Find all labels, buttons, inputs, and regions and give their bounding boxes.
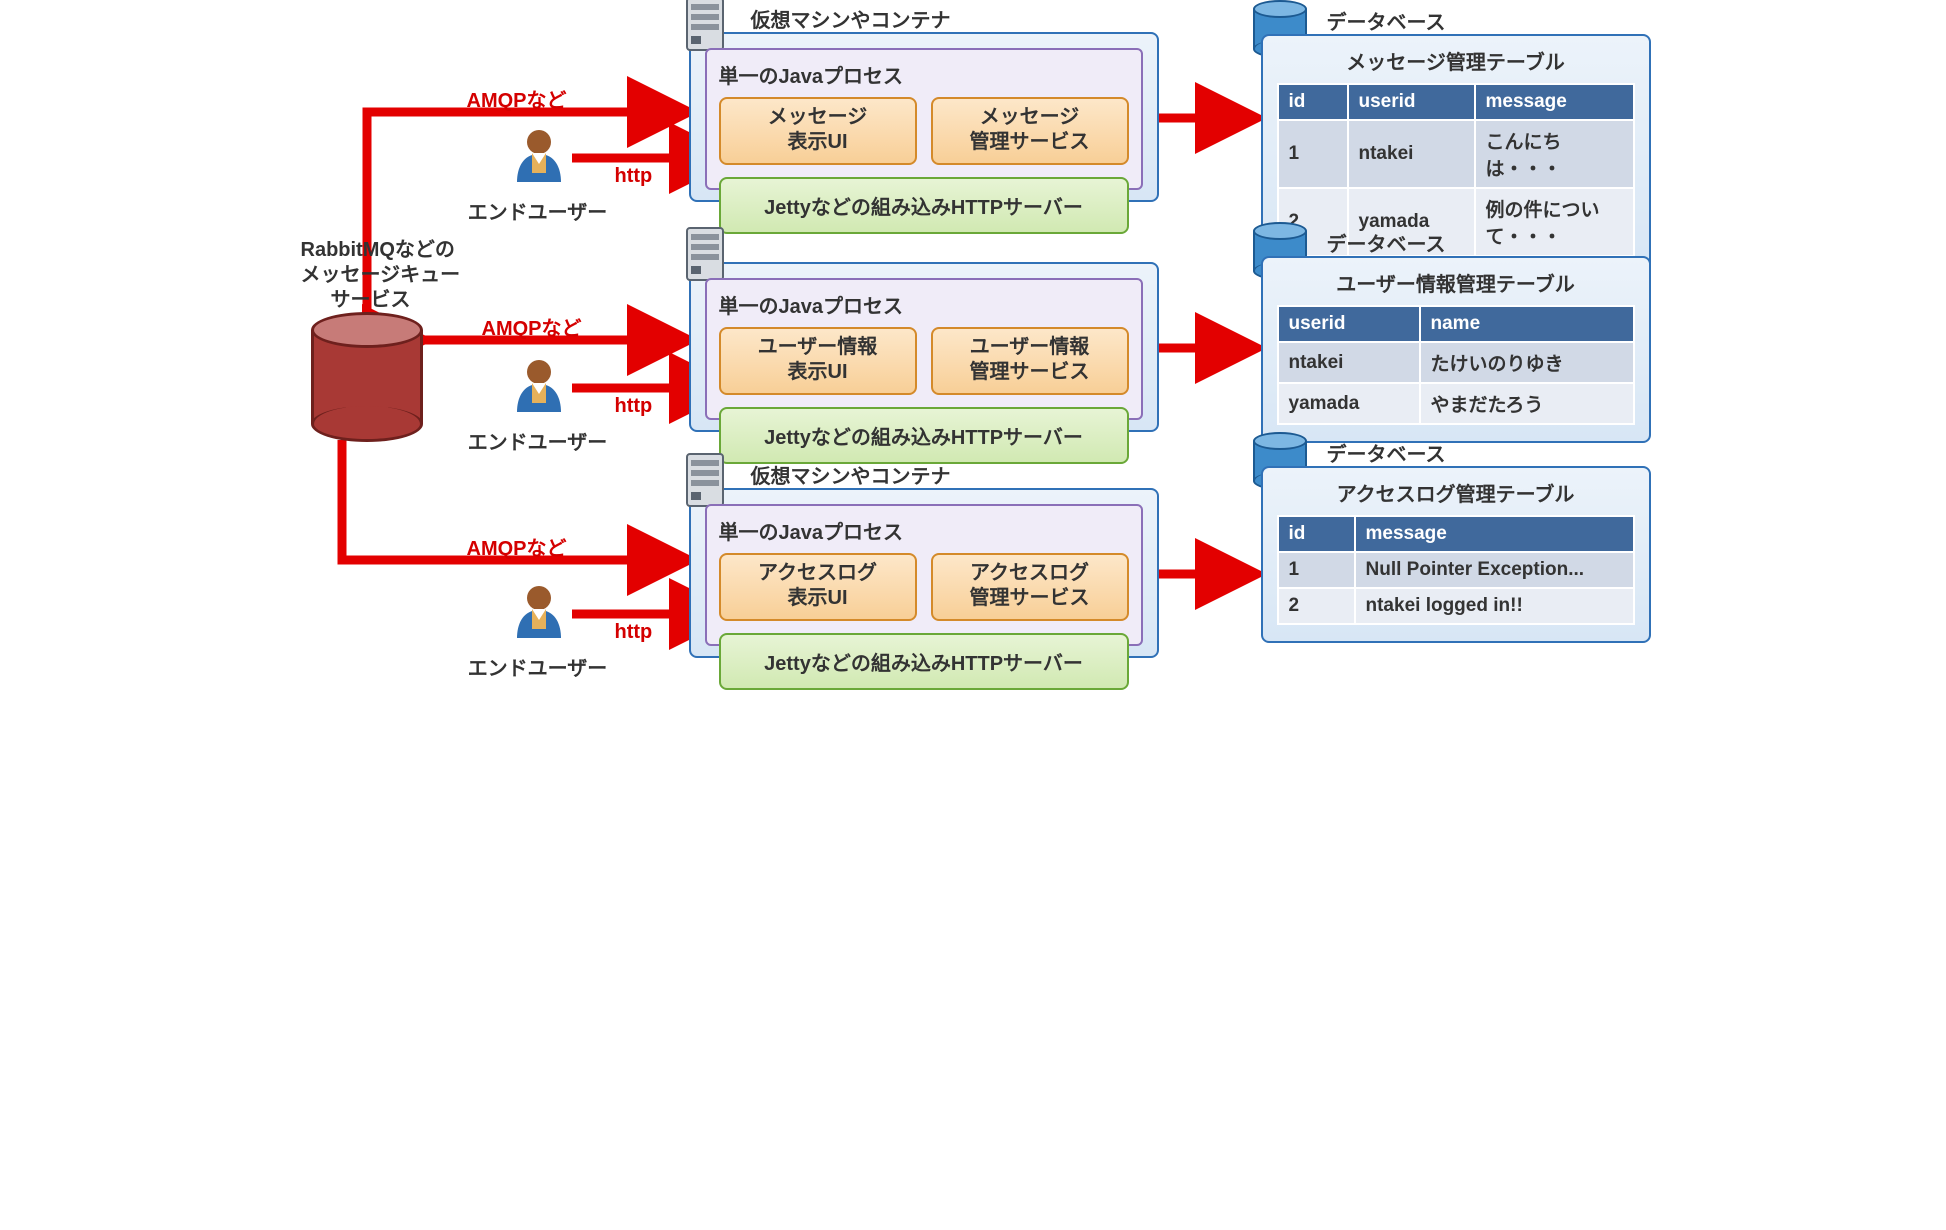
- table-header: name: [1420, 306, 1634, 342]
- database-label: データベース: [1327, 228, 1446, 257]
- db-table-title: アクセスログ管理テーブル: [1277, 478, 1635, 507]
- table-header: id: [1278, 516, 1355, 552]
- db-table-title: ユーザー情報管理テーブル: [1277, 268, 1635, 297]
- table-header: message: [1355, 516, 1634, 552]
- protocol-label-amqp: AMQPなど: [482, 312, 582, 341]
- protocol-label-http: http: [615, 165, 653, 188]
- java-process-box: 単一のJavaプロセス ユーザー情報表示UI ユーザー情報管理サービス Jett…: [705, 278, 1143, 420]
- table-header: id: [1278, 84, 1348, 120]
- table-row: 2ntakei logged in!!: [1278, 588, 1634, 624]
- end-user-icon: エンドユーザー: [504, 354, 574, 455]
- vm-container: 仮想マシンやコンテナ 単一のJavaプロセス アクセスログ表示UI アクセスログ…: [689, 488, 1159, 658]
- end-user-label: エンドユーザー: [468, 196, 608, 225]
- db-table-title: メッセージ管理テーブル: [1277, 46, 1635, 75]
- database-label: データベース: [1327, 6, 1446, 35]
- db-table: userid name ntakeiたけいのりゆき yamadaやまだたろう: [1277, 305, 1635, 425]
- message-queue-cylinder-icon: [311, 312, 423, 442]
- database-label: データベース: [1327, 438, 1446, 467]
- end-user-label: エンドユーザー: [468, 426, 608, 455]
- end-user-label: エンドユーザー: [468, 652, 608, 681]
- java-process-title: 単一のJavaプロセス: [719, 60, 1129, 89]
- http-server-box: Jettyなどの組み込みHTTPサーバー: [719, 407, 1129, 464]
- table-row: ntakeiたけいのりゆき: [1278, 342, 1634, 383]
- ui-component-box: アクセスログ表示UI: [719, 553, 917, 621]
- end-user-icon: エンドユーザー: [504, 124, 574, 225]
- vm-title: 仮想マシンやコンテナ: [751, 460, 951, 489]
- db-table-panel: データベース アクセスログ管理テーブル id message 1Null Poi…: [1261, 466, 1651, 643]
- java-process-box: 単一のJavaプロセス メッセージ表示UI メッセージ管理サービス Jettyな…: [705, 48, 1143, 190]
- http-server-box: Jettyなどの組み込みHTTPサーバー: [719, 177, 1129, 234]
- message-queue-label: RabbitMQなどの メッセージキュー サービス: [301, 238, 441, 313]
- java-process-box: 単一のJavaプロセス アクセスログ表示UI アクセスログ管理サービス Jett…: [705, 504, 1143, 646]
- vm-title: 仮想マシンやコンテナ: [751, 4, 951, 33]
- protocol-label-http: http: [615, 621, 653, 644]
- service-component-box: アクセスログ管理サービス: [931, 553, 1129, 621]
- table-header: message: [1475, 84, 1634, 120]
- db-table-panel: データベース ユーザー情報管理テーブル userid name ntakeiたけ…: [1261, 256, 1651, 443]
- end-user-icon: エンドユーザー: [504, 580, 574, 681]
- service-component-box: ユーザー情報管理サービス: [931, 327, 1129, 395]
- protocol-label-amqp: AMQPなど: [467, 84, 567, 113]
- table-row: 1Null Pointer Exception...: [1278, 552, 1634, 588]
- table-row: 1ntakeiこんにちは・・・: [1278, 120, 1634, 188]
- http-server-box: Jettyなどの組み込みHTTPサーバー: [719, 633, 1129, 690]
- java-process-title: 単一のJavaプロセス: [719, 516, 1129, 545]
- table-row: yamadaやまだたろう: [1278, 383, 1634, 424]
- ui-component-box: ユーザー情報表示UI: [719, 327, 917, 395]
- ui-component-box: メッセージ表示UI: [719, 97, 917, 165]
- service-component-box: メッセージ管理サービス: [931, 97, 1129, 165]
- table-header: userid: [1278, 306, 1420, 342]
- protocol-label-amqp: AMQPなど: [467, 532, 567, 561]
- db-table-panel: データベース メッセージ管理テーブル id userid message 1nt…: [1261, 34, 1651, 275]
- java-process-title: 単一のJavaプロセス: [719, 290, 1129, 319]
- protocol-label-http: http: [615, 395, 653, 418]
- db-table: id message 1Null Pointer Exception... 2n…: [1277, 515, 1635, 625]
- vm-container: 仮想マシンやコンテナ 単一のJavaプロセス メッセージ表示UI メッセージ管理…: [689, 32, 1159, 202]
- vm-container: 単一のJavaプロセス ユーザー情報表示UI ユーザー情報管理サービス Jett…: [689, 262, 1159, 432]
- table-header: userid: [1348, 84, 1475, 120]
